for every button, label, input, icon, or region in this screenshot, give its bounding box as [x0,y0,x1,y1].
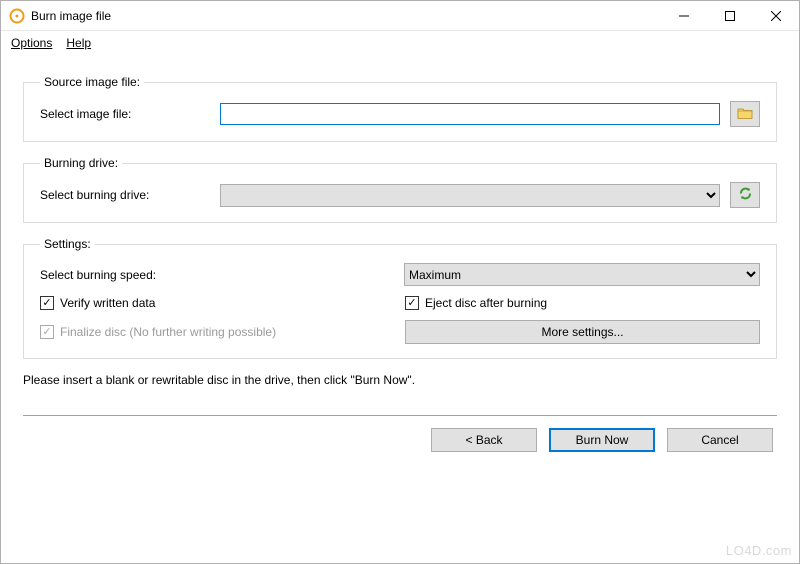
folder-icon [737,106,753,123]
content-area: Source image file: Select image file: Bu… [1,55,799,563]
verify-label: Verify written data [60,296,155,310]
cancel-button[interactable]: Cancel [667,428,773,452]
finalize-label: Finalize disc (No further writing possib… [60,325,276,339]
source-label: Select image file: [40,107,210,121]
settings-legend: Settings: [40,237,95,251]
burning-drive-select[interactable] [220,184,720,207]
eject-checkbox[interactable]: ✓ [405,296,419,310]
app-disc-icon [9,8,25,24]
drive-legend: Burning drive: [40,156,122,170]
eject-label: Eject disc after burning [425,296,547,310]
button-separator [23,415,777,416]
menu-help[interactable]: Help [66,36,91,50]
source-group: Source image file: Select image file: [23,75,777,142]
maximize-button[interactable] [707,1,753,31]
titlebar: Burn image file [1,1,799,31]
window-title: Burn image file [31,9,111,23]
back-button[interactable]: < Back [431,428,537,452]
speed-label: Select burning speed: [40,268,394,282]
burn-now-button[interactable]: Burn Now [549,428,655,452]
burn-now-button-label: Burn Now [576,433,629,447]
window-root: Burn image file Options Help Source imag… [0,0,800,564]
drive-group: Burning drive: Select burning drive: [23,156,777,223]
image-file-input[interactable] [220,103,720,125]
source-legend: Source image file: [40,75,144,89]
menu-options[interactable]: Options [11,36,52,50]
verify-checkbox[interactable]: ✓ [40,296,54,310]
menubar: Options Help [1,31,799,55]
instruction-text: Please insert a blank or rewritable disc… [23,373,777,387]
refresh-drive-button[interactable] [730,182,760,208]
drive-label: Select burning drive: [40,188,210,202]
more-settings-label: More settings... [541,325,623,339]
settings-group: Settings: Select burning speed: Maximum … [23,237,777,359]
browse-button[interactable] [730,101,760,127]
burning-speed-select[interactable]: Maximum [404,263,760,286]
cancel-button-label: Cancel [701,433,738,447]
refresh-icon [738,186,753,204]
close-button[interactable] [753,1,799,31]
minimize-button[interactable] [661,1,707,31]
more-settings-button[interactable]: More settings... [405,320,760,344]
back-button-label: < Back [465,433,502,447]
button-row: < Back Burn Now Cancel [23,428,777,452]
finalize-checkbox: ✓ [40,325,54,339]
